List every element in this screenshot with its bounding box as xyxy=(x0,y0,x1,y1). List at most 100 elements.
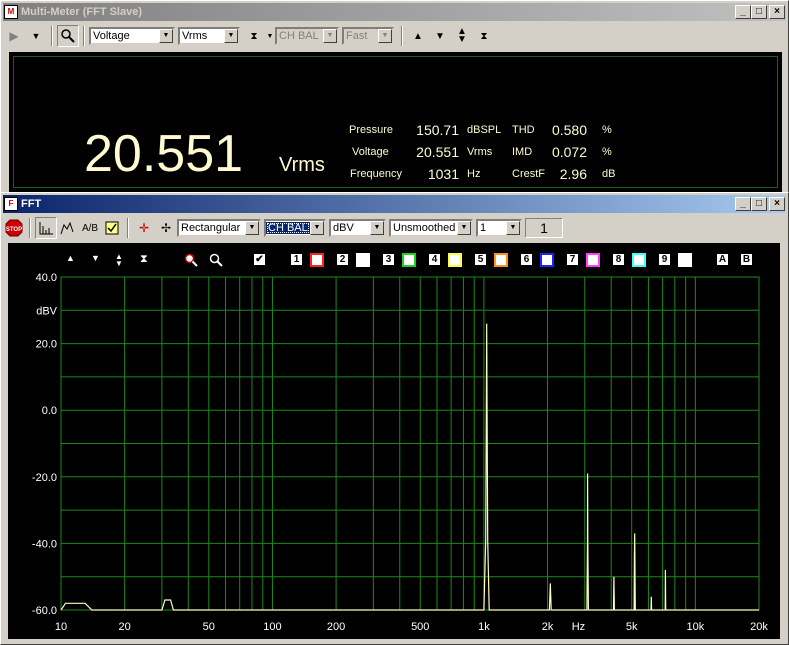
x-tick-label: 5k xyxy=(626,621,638,633)
x-tick-label: 10k xyxy=(686,621,704,633)
measure-select[interactable]: Voltage ▼ xyxy=(89,27,175,45)
chevron-down-icon: ▼ xyxy=(457,221,471,235)
chevron-down-icon: ▼ xyxy=(506,221,520,235)
channel-9-color-swatch[interactable] xyxy=(678,253,692,267)
reading-value: 1031 xyxy=(427,166,459,182)
fft-chart[interactable]: 40.0 20.0 0.0 -20.0 -40.0 -60.0 dBV 10 20 50 100 20… xyxy=(8,243,780,639)
big-reading-unit: Vrms xyxy=(279,154,325,176)
channel-8-color-swatch[interactable] xyxy=(632,253,646,267)
minimize-button[interactable]: _ xyxy=(735,5,751,19)
chevron-down-icon: ▼ xyxy=(224,29,238,43)
zoom-out-icon[interactable] xyxy=(209,253,223,270)
memory-b-button[interactable]: B xyxy=(740,253,753,266)
multimeter-titlebar[interactable]: M Multi-Meter (FFT Slave) _ □ × xyxy=(3,3,786,21)
close-button[interactable]: × xyxy=(769,197,785,211)
close-button[interactable]: × xyxy=(769,5,785,19)
channel-7-number[interactable]: 7 xyxy=(566,253,579,266)
fft-title: FFT xyxy=(21,198,42,210)
x-axis-label: Hz xyxy=(572,621,585,633)
expand-icon[interactable]: ▲ ▼ xyxy=(451,25,473,47)
unit-select[interactable]: Vrms ▼ xyxy=(178,27,240,45)
maximize-button[interactable]: □ xyxy=(751,197,767,211)
window-select[interactable]: Rectangular ▼ xyxy=(177,219,261,237)
dist-label: THD xyxy=(512,124,535,136)
zoom-icon[interactable] xyxy=(57,25,79,47)
app-icon: M xyxy=(4,5,18,19)
reading-value: 150.71 xyxy=(416,122,459,138)
y-axis-label: dBV xyxy=(36,305,57,317)
memory-a-button[interactable]: A xyxy=(716,253,729,266)
multimeter-title: Multi-Meter (FFT Slave) xyxy=(21,6,143,18)
x-tick-label: 50 xyxy=(203,621,215,633)
fft-channel-select[interactable]: CH BAL ▼ xyxy=(264,219,326,237)
zoom-in-icon[interactable] xyxy=(184,253,198,270)
channel-3-number[interactable]: 3 xyxy=(382,253,395,266)
chevron-down-icon: ▼ xyxy=(378,29,392,43)
stop-icon[interactable]: STOP xyxy=(3,217,25,239)
arrow-up-icon[interactable]: ▲ xyxy=(407,25,429,47)
fft-plot-area[interactable]: 40.0 20.0 0.0 -20.0 -40.0 -60.0 dBV 10 20 50 100 20… xyxy=(8,243,780,639)
multimeter-window: M Multi-Meter (FFT Slave) _ □ × ▶ ▼ Volt… xyxy=(0,0,789,195)
fft-toolbar: STOP A/B ✛ ✢ Rectangular ▼ CH BAL ▼ dBV ▼ U… xyxy=(3,215,786,241)
reading-unit: Hz xyxy=(467,168,481,180)
expand-icon[interactable]: ▲ ▼ xyxy=(115,253,123,268)
toolbar-separator xyxy=(29,218,31,238)
reading-unit: dBSPL xyxy=(467,124,502,136)
y-tick-label: -40.0 xyxy=(32,538,57,550)
channel-6-color-swatch[interactable] xyxy=(540,253,554,267)
toolbar-separator xyxy=(127,218,129,238)
autoscale-icon[interactable]: ⧗ xyxy=(243,25,265,47)
chevron-down-icon: ▼ xyxy=(245,221,259,235)
contract-icon[interactable]: ⧗ xyxy=(140,253,148,266)
reading-label: Voltage xyxy=(352,146,389,158)
y-tick-label: -60.0 xyxy=(32,605,57,617)
channel-7-color-swatch[interactable] xyxy=(586,253,600,267)
smoothing-select[interactable]: Unsmoothed ▼ xyxy=(389,219,473,237)
channel-6-number[interactable]: 6 xyxy=(520,253,533,266)
channel-4-color-swatch[interactable] xyxy=(448,253,462,267)
ab-compare-icon[interactable]: A/B xyxy=(79,217,101,239)
channel-select[interactable]: CH BAL ▼ xyxy=(275,27,339,45)
contract-icon[interactable]: ⧗ xyxy=(473,25,495,47)
reading-unit: Vrms xyxy=(467,146,493,158)
channel-5-color-swatch[interactable] xyxy=(494,253,508,267)
envelope-view-icon[interactable] xyxy=(57,217,79,239)
maximize-button[interactable]: □ xyxy=(751,5,767,19)
cursor-cross-icon[interactable]: ✛ xyxy=(133,217,155,239)
big-reading-value: 20.551 xyxy=(84,125,244,183)
toolbar-separator xyxy=(51,26,53,46)
channel-1-number[interactable]: 1 xyxy=(290,253,303,266)
fft-titlebar[interactable]: F FFT _ □ × xyxy=(3,195,786,213)
channel-9-number[interactable]: 9 xyxy=(658,253,671,266)
arrow-down-icon[interactable]: ▼ xyxy=(429,25,451,47)
channel-8-number[interactable]: 8 xyxy=(612,253,625,266)
channel-1-color-swatch[interactable] xyxy=(310,253,324,267)
channel-3-color-swatch[interactable] xyxy=(402,253,416,267)
minimize-button[interactable]: _ xyxy=(735,197,751,211)
channel-5-number[interactable]: 5 xyxy=(474,253,487,266)
app-icon: F xyxy=(4,197,18,211)
fft-unit-select[interactable]: dBV ▼ xyxy=(329,219,386,237)
play-icon[interactable]: ▶ xyxy=(3,25,25,47)
x-tick-label: 20 xyxy=(119,621,131,633)
averaging-select[interactable]: 1 ▼ xyxy=(476,219,522,237)
arrow-up-icon[interactable]: ▲ xyxy=(66,253,75,263)
dropdown-arrow-icon[interactable]: ▼ xyxy=(265,25,275,47)
average-count: 1 xyxy=(525,218,563,238)
speed-select[interactable]: Fast ▼ xyxy=(342,27,394,45)
show-all-checkbox[interactable]: ✔ xyxy=(253,253,266,266)
x-tick-label: 10 xyxy=(55,621,67,633)
menu-down-icon[interactable]: ▼ xyxy=(25,25,47,47)
svg-text:STOP: STOP xyxy=(6,227,22,233)
arrow-down-icon[interactable]: ▼ xyxy=(91,253,100,263)
spectrum-view-icon[interactable] xyxy=(35,217,57,239)
checklist-icon[interactable] xyxy=(101,217,123,239)
channel-2-color-swatch[interactable] xyxy=(356,253,370,267)
dist-value: 2.96 xyxy=(559,166,587,182)
channel-2-number[interactable]: 2 xyxy=(336,253,349,266)
dist-unit: % xyxy=(602,146,612,158)
channel-4-number[interactable]: 4 xyxy=(428,253,441,266)
toolbar-separator xyxy=(83,26,85,46)
cursor-peak-icon[interactable]: ✢ xyxy=(155,217,177,239)
dist-label: IMD xyxy=(512,146,533,158)
